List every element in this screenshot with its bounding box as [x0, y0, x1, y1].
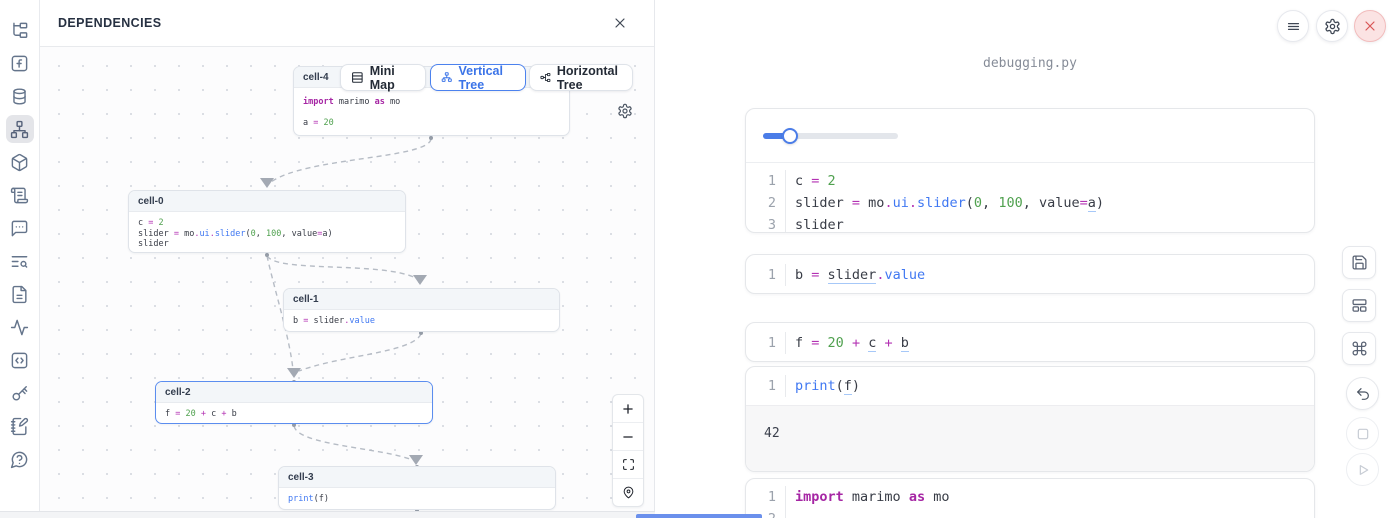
notebook-cell: 1c = 2 2slider = mo.ui.slider(0, 100, va… [745, 108, 1315, 233]
line-number: 3 [746, 214, 786, 233]
stop-icon [1355, 426, 1371, 442]
code-line[interactable]: b = slider.value [786, 264, 925, 286]
save-icon [1351, 254, 1368, 271]
run-button[interactable] [1346, 453, 1379, 486]
dependencies-title: DEPENDENCIES [58, 16, 161, 30]
graph-node-title: cell-2 [156, 382, 432, 403]
activity-rail [0, 0, 40, 518]
slider-control[interactable] [763, 128, 898, 144]
notebook-cell: 1b = slider.value [745, 254, 1315, 294]
rail-packages-icon[interactable] [6, 148, 34, 176]
gear-icon [1324, 18, 1341, 35]
marimo-app: DEPENDENCIES [0, 0, 1400, 518]
zoom-in-button[interactable] [613, 395, 643, 422]
cell-console-output: 42 [746, 405, 1314, 472]
rail-chat-icon[interactable] [6, 214, 34, 242]
notebook-cell: 1import marimo as mo 2 [745, 478, 1315, 518]
graph-node-title: cell-0 [129, 191, 405, 212]
rail-snippets-icon[interactable] [6, 280, 34, 308]
graph-code-line: a = 20 [303, 118, 560, 129]
rows-icon [351, 70, 364, 85]
bottom-accent-bar [636, 514, 762, 518]
menu-icon [1285, 18, 1302, 35]
layout-button[interactable] [1342, 289, 1376, 322]
close-icon[interactable] [612, 15, 628, 31]
rail-file-tree-icon[interactable] [6, 16, 34, 44]
layout-icon [1351, 297, 1368, 314]
graph-code-line: c = 2 [138, 218, 396, 229]
graph-node-title: cell-3 [279, 467, 555, 488]
line-number: 1 [746, 264, 786, 286]
rail-database-icon[interactable] [6, 82, 34, 110]
code-line[interactable]: c = 2 [786, 170, 836, 192]
undo-button[interactable] [1346, 377, 1379, 410]
graph-code-line: print(f) [288, 494, 546, 505]
vertical-tree-icon [441, 70, 453, 85]
line-number: 2 [746, 192, 786, 214]
panel-bottom-strip [0, 511, 655, 518]
code-line[interactable]: slider [786, 214, 844, 233]
cell-output-slider [746, 109, 1314, 163]
code-line[interactable]: import marimo as mo [786, 486, 949, 508]
shutdown-button[interactable] [1354, 10, 1386, 42]
rail-scratchpad-icon[interactable] [6, 412, 34, 440]
save-button[interactable] [1342, 246, 1376, 279]
dependencies-header: DEPENDENCIES [40, 0, 654, 47]
code-editor[interactable]: 1import marimo as mo 2 [746, 479, 1314, 518]
line-number: 1 [746, 375, 786, 397]
horizontal-tree-button[interactable]: Horizontal Tree [529, 64, 633, 91]
code-editor[interactable]: 1f = 20 + c + b [746, 323, 1314, 362]
graph-node-cell-0[interactable]: cell-0 c = 2 slider = mo.ui.slider(0, 10… [128, 190, 406, 253]
rail-help-icon[interactable] [6, 445, 34, 473]
command-palette-button[interactable] [1342, 332, 1376, 365]
rail-dependency-graph-icon[interactable] [6, 115, 34, 143]
graph-node-cell-2[interactable]: cell-2 f = 20 + c + b [155, 381, 433, 424]
horizontal-tree-icon [540, 70, 551, 85]
graph-node-cell-1[interactable]: cell-1 b = slider.value [283, 288, 560, 332]
rail-scripts-icon[interactable] [6, 181, 34, 209]
line-number: 1 [746, 170, 786, 192]
rail-logs-search-icon[interactable] [6, 247, 34, 275]
graph-code-line: slider [138, 239, 396, 250]
code-editor[interactable]: 1b = slider.value [746, 255, 1314, 294]
rail-functions-icon[interactable] [6, 49, 34, 77]
command-icon [1351, 340, 1368, 357]
vertical-tree-button[interactable]: Vertical Tree [430, 64, 526, 91]
dependency-graph-canvas[interactable]: cell-4 import marimo as mo a = 20 cell-0… [40, 47, 654, 511]
fit-view-button[interactable] [613, 450, 643, 478]
graph-node-cell-3[interactable]: cell-3 print(f) [278, 466, 556, 510]
zoom-out-button[interactable] [613, 422, 643, 450]
slider-thumb[interactable] [782, 128, 798, 144]
undo-icon [1355, 386, 1371, 402]
notebook-cell: 1f = 20 + c + b [745, 322, 1315, 362]
notebook-settings-button[interactable] [1316, 10, 1348, 42]
stop-button[interactable] [1346, 417, 1379, 450]
rail-secrets-icon[interactable] [6, 379, 34, 407]
code-editor[interactable]: 1c = 2 2slider = mo.ui.slider(0, 100, va… [746, 163, 1314, 233]
notebook-filename: debugging.py [745, 56, 1315, 71]
locate-button[interactable] [613, 478, 643, 506]
graph-code-line: slider = mo.ui.slider(0, 100, value=a) [138, 229, 396, 240]
dependencies-panel: DEPENDENCIES [40, 0, 655, 518]
code-line[interactable]: print(f) [786, 375, 860, 397]
play-icon [1355, 462, 1371, 478]
graph-zoom-controls [612, 394, 644, 507]
line-number: 1 [746, 486, 786, 508]
code-line[interactable]: slider = mo.ui.slider(0, 100, value=a) [786, 192, 1104, 214]
notebook-panel: debugging.py 1c = 2 2slider = mo.ui.slid… [655, 0, 1400, 518]
close-icon [1362, 18, 1378, 34]
notebook-cell: 1print(f) 42 [745, 366, 1315, 472]
graph-settings-gear-icon[interactable] [617, 103, 633, 119]
notebook-menu-button[interactable] [1277, 10, 1309, 42]
mini-map-button[interactable]: Mini Map [340, 64, 426, 91]
rail-tracing-icon[interactable] [6, 313, 34, 341]
graph-node-title: cell-1 [284, 289, 559, 310]
code-line[interactable]: f = 20 + c + b [786, 332, 909, 354]
line-number: 1 [746, 332, 786, 354]
graph-code-line: import marimo as mo [303, 97, 560, 108]
code-editor[interactable]: 1print(f) [746, 367, 1314, 405]
graph-code-line: f = 20 + c + b [165, 409, 423, 420]
rail-code-output-icon[interactable] [6, 346, 34, 374]
graph-code-line: b = slider.value [293, 316, 550, 327]
